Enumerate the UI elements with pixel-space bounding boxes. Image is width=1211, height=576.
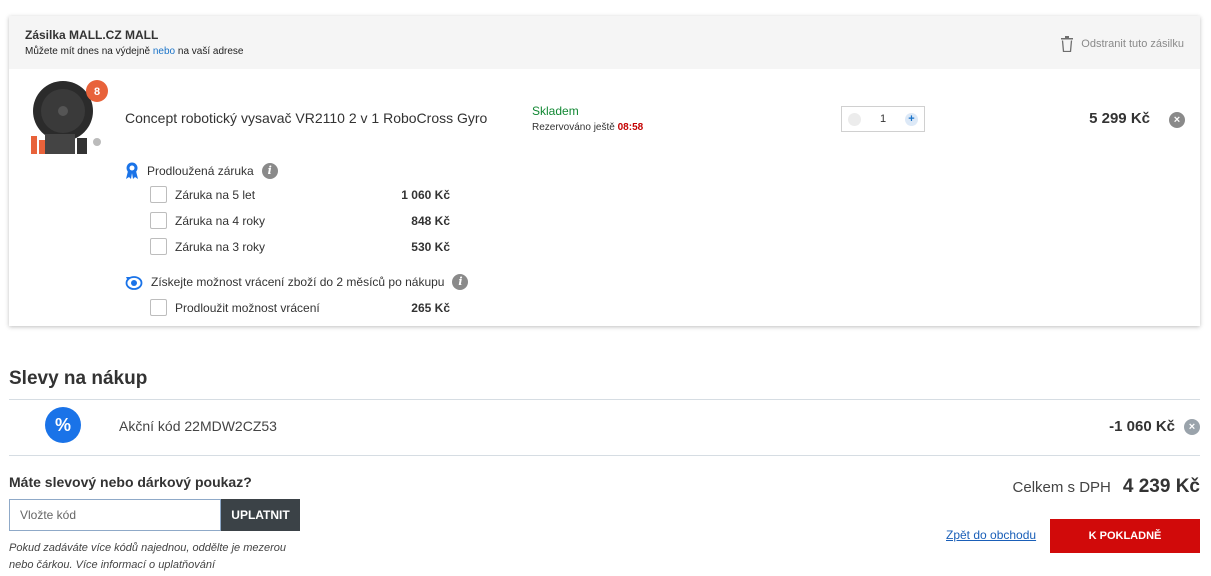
warranty-checkbox-5[interactable]	[150, 186, 167, 203]
warranty-checkbox-3[interactable]	[150, 238, 167, 255]
increase-quantity-button[interactable]: +	[905, 113, 918, 126]
remove-shipment-button[interactable]: Odstranit tuto zásilku	[1061, 36, 1184, 52]
quantity-stepper[interactable]: 1 +	[841, 106, 925, 132]
shipment-title: Zásilka MALL.CZ MALL	[25, 28, 159, 42]
remove-item-button[interactable]: ×	[1169, 112, 1185, 128]
product-badge: 8	[94, 86, 100, 98]
warranty-title: Prodloužená záruka	[147, 164, 254, 178]
voucher-note: Pokud zadáváte více kódů najednou, odděl…	[9, 542, 287, 571]
warranty-checkbox-4[interactable]	[150, 212, 167, 229]
discounts-divider-bottom	[9, 455, 1200, 456]
reservation-timer: 08:58	[617, 122, 644, 133]
warranty-label-3: Záruka na 3 roky	[175, 240, 266, 254]
returns-option[interactable]: Prodloužit možnost vrácení 265 Kč	[150, 299, 450, 317]
product-price: 5 299 Kč	[1089, 110, 1150, 127]
product-image[interactable]: 8	[25, 78, 109, 162]
return-arrow-icon	[125, 276, 143, 290]
reservation-label: Rezervováno ještě	[532, 122, 618, 133]
back-to-shop-link[interactable]: Zpět do obchodu	[946, 528, 1036, 542]
product-name[interactable]: Concept robotický vysavač VR2110 2 v 1 R…	[125, 110, 487, 126]
total-value: 4 239 Kč	[1122, 476, 1200, 497]
order-total: Celkem s DPH 4 239 Kč	[1013, 476, 1200, 498]
returns-info-icon[interactable]: i	[452, 274, 469, 290]
discounts-divider-top	[9, 399, 1200, 400]
percent-icon: %	[45, 407, 81, 443]
warranty-price-3: 530 Kč	[411, 240, 450, 254]
returns-checkbox[interactable]	[150, 299, 167, 316]
voucher-code-input[interactable]	[9, 499, 221, 531]
warranty-price-4: 848 Kč	[411, 214, 450, 228]
voucher-title: Máte slevový nebo dárkový poukaz?	[9, 474, 252, 490]
discounts-title: Slevy na nákup	[9, 368, 148, 389]
returns-title: Získejte možnost vrácení zboží do 2 měsí…	[151, 275, 445, 289]
checkout-button[interactable]: K POKLADNĚ	[1050, 519, 1200, 553]
stock-status: Skladem	[532, 104, 579, 118]
shipment-subtitle-pre: Můžete mít dnes na výdejně	[25, 46, 153, 57]
shipment-subtitle: Můžete mít dnes na výdejně nebo na vaší …	[25, 46, 243, 57]
remove-shipment-label: Odstranit tuto zásilku	[1081, 38, 1184, 50]
trash-icon	[1061, 36, 1074, 52]
shipment-card: Zásilka MALL.CZ MALL Můžete mít dnes na …	[9, 16, 1200, 326]
warranty-option-4[interactable]: Záruka na 4 roky 848 Kč	[150, 212, 450, 230]
remove-discount-button[interactable]: ×	[1184, 419, 1200, 435]
shipment-subtitle-post: na vaší adrese	[175, 46, 244, 57]
returns-section-title: Získejte možnost vrácení zboží do 2 měsí…	[125, 274, 469, 290]
warranty-option-5[interactable]: Záruka na 5 let 1 060 Kč	[150, 186, 450, 204]
warranty-section-title: Prodloužená záruka i	[125, 162, 278, 180]
reservation-status: Rezervováno ještě 08:58	[532, 122, 643, 133]
warranty-label-5: Záruka na 5 let	[175, 188, 256, 202]
apply-voucher-button[interactable]: UPLATNIT	[221, 499, 300, 531]
returns-price: 265 Kč	[411, 301, 450, 315]
shipment-header: Zásilka MALL.CZ MALL Můžete mít dnes na …	[9, 16, 1200, 69]
warranty-label-4: Záruka na 4 roky	[175, 214, 266, 228]
warranty-price-5: 1 060 Kč	[401, 188, 450, 202]
total-label: Celkem s DPH	[1012, 479, 1111, 496]
discount-code-value: -1 060 Kč	[1109, 418, 1175, 435]
ribbon-award-icon	[126, 162, 138, 179]
warranty-option-3[interactable]: Záruka na 3 roky 530 Kč	[150, 238, 450, 256]
warranty-info-icon[interactable]: i	[261, 163, 278, 179]
discount-code-name: Akční kód 22MDW2CZ53	[119, 418, 277, 434]
shipment-subtitle-link[interactable]: nebo	[153, 46, 175, 57]
returns-label: Prodloužit možnost vrácení	[175, 301, 320, 315]
